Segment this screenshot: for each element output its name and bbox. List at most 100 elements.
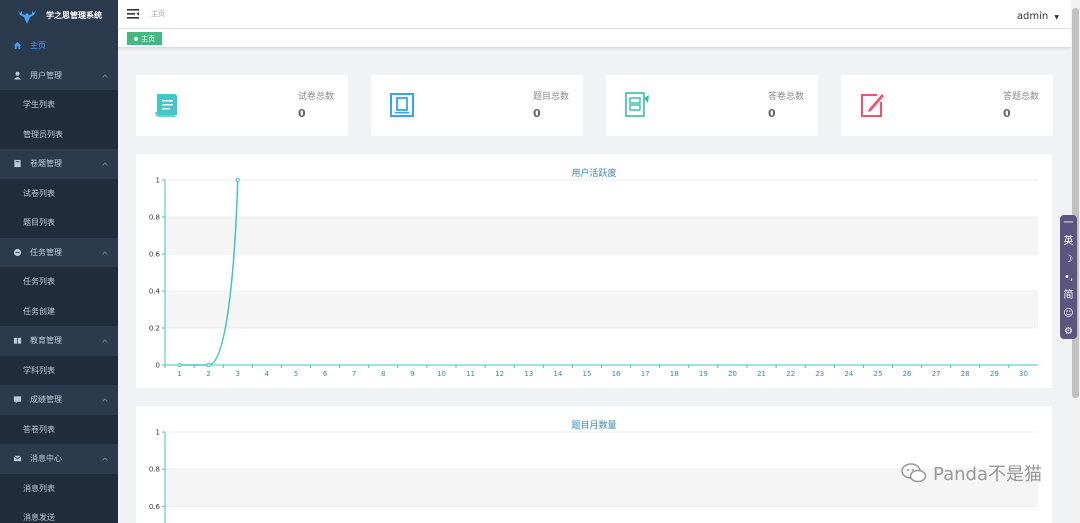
sidebar-subitem[interactable]: 管理员列表 bbox=[0, 119, 118, 149]
sidebar-item-label: 学科列表 bbox=[23, 365, 55, 375]
sidebar-item-label: 卷题管理 bbox=[30, 159, 62, 169]
x-tick-label: 3 bbox=[236, 370, 240, 378]
x-tick-label: 17 bbox=[641, 370, 650, 378]
ime-toolbar[interactable]: 一英 ☽ •, 简 ☺ ⚙ bbox=[1060, 215, 1077, 339]
sidebar-group[interactable]: 消息中心 bbox=[0, 444, 118, 474]
x-tick-label: 21 bbox=[757, 370, 766, 378]
x-tick-label: 9 bbox=[410, 370, 414, 378]
sidebar-group[interactable]: 卷题管理 bbox=[0, 149, 118, 179]
sidebar-subitem[interactable]: 学生列表 bbox=[0, 90, 118, 120]
tag-dot-icon bbox=[134, 36, 138, 41]
stat-card[interactable]: 试卷总数 0 bbox=[136, 75, 348, 136]
watermark-text: Panda不是猫 bbox=[933, 464, 1042, 485]
x-tick-label: 29 bbox=[990, 370, 999, 378]
series-line bbox=[179, 179, 239, 366]
sidebar-item-label: 管理员列表 bbox=[23, 129, 63, 139]
stat-label: 答题总数 bbox=[1002, 92, 1039, 102]
tag-label: 主页 bbox=[141, 34, 155, 43]
user-menu[interactable]: admin ▼ bbox=[1017, 11, 1059, 22]
scrollbar-thumb[interactable] bbox=[1072, 8, 1079, 398]
sidebar-group[interactable]: 成绩管理 bbox=[0, 385, 118, 415]
sidebar-item-label: 任务管理 bbox=[30, 247, 62, 257]
stat-value: 0 bbox=[298, 107, 306, 120]
x-tick-label: 2 bbox=[206, 370, 210, 378]
stat-card[interactable]: 题目总数 0 bbox=[371, 75, 583, 136]
x-tick-label: 18 bbox=[670, 370, 679, 378]
message-icon bbox=[12, 454, 22, 464]
ime-button[interactable]: ☽ bbox=[1064, 251, 1073, 269]
sidebar-item-home[interactable]: 主页 bbox=[0, 31, 118, 61]
sidebar-group[interactable]: 教育管理 bbox=[0, 326, 118, 356]
home-icon bbox=[12, 41, 22, 51]
chevron-up-icon bbox=[102, 159, 108, 168]
stat-card[interactable]: 答题总数 0 bbox=[841, 75, 1053, 136]
score-icon bbox=[12, 395, 22, 405]
sidebar-item-label: 任务列表 bbox=[23, 277, 55, 287]
stat-value: 0 bbox=[768, 107, 776, 120]
chevron-up-icon bbox=[102, 336, 108, 345]
sidebar-subitem[interactable]: 消息发送 bbox=[0, 503, 118, 523]
ime-button[interactable]: 一 bbox=[1064, 215, 1074, 233]
x-tick-label: 27 bbox=[932, 370, 941, 378]
sidebar-item-label: 用户管理 bbox=[30, 70, 62, 80]
wechat-icon bbox=[901, 463, 927, 483]
sidebar-item-label: 消息发送 bbox=[23, 513, 55, 523]
x-tick-label: 16 bbox=[612, 370, 621, 378]
caret-down-icon: ▼ bbox=[1054, 14, 1059, 21]
x-tick-label: 12 bbox=[495, 370, 504, 378]
x-tick-label: 30 bbox=[1019, 370, 1028, 378]
sidebar-subitem[interactable]: 任务列表 bbox=[0, 267, 118, 297]
stat-value: 0 bbox=[1003, 107, 1011, 120]
stat-card[interactable]: 答卷总数 0 bbox=[606, 75, 818, 136]
x-tick-label: 5 bbox=[294, 370, 298, 378]
activity-chart: 00.20.40.60.811 2 3 4 5 6 7 8 9 10 11 12 13 14 15 16 17 1… bbox=[149, 177, 1038, 378]
x-tick-label: 24 bbox=[844, 370, 853, 378]
chevron-up-icon bbox=[102, 248, 108, 257]
app-logo[interactable]: 学之思管理系统 bbox=[0, 0, 118, 31]
stat-label: 题目总数 bbox=[532, 92, 569, 102]
x-tick-label: 23 bbox=[815, 370, 824, 378]
sidebar-subitem[interactable]: 消息列表 bbox=[0, 473, 118, 503]
stat-value: 0 bbox=[533, 107, 541, 120]
watermark: Panda不是猫 bbox=[901, 460, 1042, 486]
y-tick-label: 0.8 bbox=[149, 214, 160, 222]
ime-button[interactable]: 简 bbox=[1064, 287, 1074, 305]
sidebar-group[interactable]: 用户管理 bbox=[0, 60, 118, 90]
navbar: 主页 admin ▼ bbox=[118, 0, 1071, 29]
sidebar-subitem[interactable]: 题目列表 bbox=[0, 208, 118, 238]
ime-button[interactable]: •, bbox=[1064, 269, 1073, 287]
ime-button[interactable]: ☺ bbox=[1063, 305, 1073, 323]
username: admin bbox=[1016, 11, 1049, 22]
hamburger-icon[interactable] bbox=[127, 9, 139, 19]
sidebar-group[interactable]: 任务管理 bbox=[0, 237, 118, 267]
x-tick-label: 7 bbox=[352, 370, 356, 378]
breadcrumb[interactable]: 主页 bbox=[151, 9, 165, 19]
sidebar-subitem[interactable]: 试卷列表 bbox=[0, 178, 118, 208]
x-tick-label: 11 bbox=[466, 370, 475, 378]
edit-icon bbox=[857, 90, 887, 120]
stat-label: 试卷总数 bbox=[297, 92, 334, 102]
x-tick-label: 22 bbox=[786, 370, 795, 378]
sidebar-subitem[interactable]: 学科列表 bbox=[0, 355, 118, 385]
chart-band bbox=[165, 217, 1038, 254]
x-tick-label: 13 bbox=[524, 370, 533, 378]
tag-home[interactable]: 主页 bbox=[127, 32, 162, 45]
user-icon bbox=[12, 70, 22, 80]
y-tick-label: 0 bbox=[156, 362, 160, 370]
ime-button[interactable]: ⚙ bbox=[1064, 323, 1073, 341]
chevron-up-icon bbox=[102, 71, 108, 80]
data-point bbox=[235, 177, 240, 183]
education-icon bbox=[12, 336, 22, 346]
sidebar-subitem[interactable]: 答卷列表 bbox=[0, 414, 118, 444]
sidebar-item-label: 消息中心 bbox=[30, 454, 62, 464]
tags-view: 主页 bbox=[118, 29, 1071, 48]
x-tick-label: 25 bbox=[873, 370, 882, 378]
x-tick-label: 26 bbox=[903, 370, 912, 378]
sidebar-item-label: 任务创建 bbox=[23, 306, 55, 316]
book-icon bbox=[12, 159, 22, 169]
y-tick-label: 0.4 bbox=[149, 288, 161, 296]
sidebar-subitem[interactable]: 任务创建 bbox=[0, 296, 118, 326]
x-tick-label: 14 bbox=[553, 370, 562, 378]
app-title: 学之思管理系统 bbox=[46, 11, 102, 20]
ime-button[interactable]: 英 bbox=[1064, 233, 1074, 251]
